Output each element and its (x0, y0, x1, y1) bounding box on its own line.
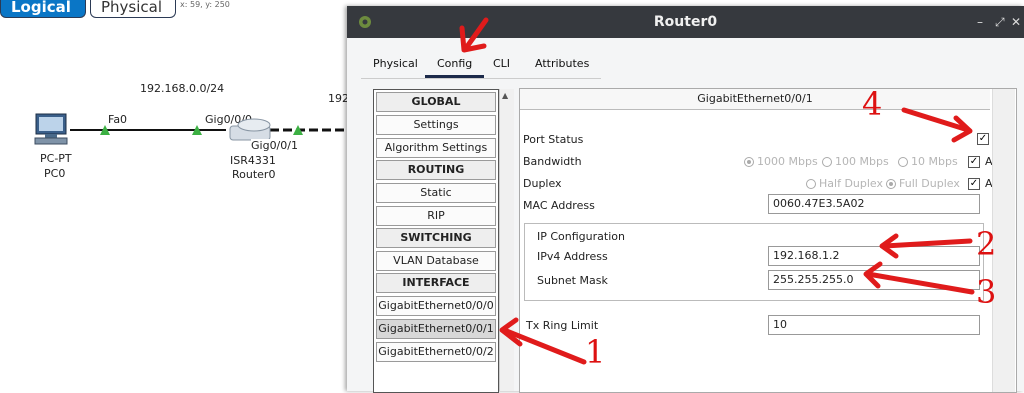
menu-scrollbar[interactable]: ▲ (499, 89, 514, 391)
tx-ring-limit-field[interactable]: 10 (768, 315, 980, 335)
menu-item-gig0-0-2[interactable]: GigabitEthernet0/0/2 (376, 342, 496, 362)
bandwidth-label: Bandwidth (523, 155, 582, 168)
ip-configuration-group: IP Configuration IPv4 Address 192.168.1.… (524, 223, 984, 301)
mac-address-label: MAC Address (523, 199, 595, 212)
ip-configuration-label: IP Configuration (537, 230, 625, 243)
pc-name-label: PC0 (44, 167, 66, 180)
router-port-b-label: Gig0/0/1 (251, 139, 298, 152)
mac-address-field[interactable]: 0060.47E3.5A02 (768, 194, 980, 214)
scroll-up-icon[interactable]: ▲ (502, 91, 508, 100)
menu-header-global: GLOBAL (376, 92, 496, 112)
router-config-window: Router0 – ⤢ ✕ Physical Config CLI Attrib… (347, 6, 1024, 393)
menu-item-static[interactable]: Static (376, 183, 496, 203)
logical-workspace[interactable]: 192.168.0.0/24 192. PC-PT PC0 Fa0 Gig0/0… (0, 20, 353, 391)
duplex-full-radio[interactable]: Full Duplex (886, 177, 960, 190)
duplex-label: Duplex (523, 177, 562, 190)
tx-ring-limit-label: Tx Ring Limit (526, 319, 599, 332)
menu-item-settings[interactable]: Settings (376, 115, 496, 135)
menu-item-rip[interactable]: RIP (376, 206, 496, 226)
window-titlebar[interactable]: Router0 – ⤢ ✕ (347, 6, 1024, 38)
annotation-number-2: 2 (976, 225, 997, 263)
port-status-label: Port Status (523, 133, 584, 146)
close-icon[interactable]: ✕ (1011, 15, 1021, 29)
annotation-number-4: 4 (862, 85, 883, 123)
duplex-half-radio[interactable]: Half Duplex (806, 177, 883, 190)
physical-view-tab[interactable]: Physical (90, 0, 176, 18)
cursor-coordinates: x: 59, y: 250 (180, 0, 230, 9)
logical-view-tab[interactable]: Logical (0, 0, 86, 18)
tab-divider (361, 78, 601, 79)
tab-physical[interactable]: Physical (361, 52, 430, 78)
bandwidth-10-radio[interactable]: 10 Mbps (898, 155, 958, 168)
pc-type-label: PC-PT (40, 152, 72, 165)
subnet-mask-field[interactable]: 255.255.255.0 (768, 270, 980, 290)
port-status-checkbox[interactable]: ✓ (977, 133, 989, 145)
pc-port-label: Fa0 (108, 113, 128, 126)
duplex-auto-checkbox[interactable]: ✓ (968, 178, 980, 190)
menu-item-gig0-0-0[interactable]: GigabitEthernet0/0/0 (376, 296, 496, 316)
menu-header-switching: SWITCHING (376, 228, 496, 248)
panel-header: GigabitEthernet0/0/1 (520, 89, 990, 110)
annotation-number-3: 3 (976, 273, 997, 311)
ipv4-address-field[interactable]: 192.168.1.2 (768, 246, 980, 266)
menu-header-interface: INTERFACE (376, 273, 496, 293)
bandwidth-auto-checkbox[interactable]: ✓ (968, 156, 980, 168)
subnet-mask-label: Subnet Mask (537, 274, 608, 287)
menu-item-algorithm-settings[interactable]: Algorithm Settings (376, 138, 496, 158)
network-label: 192.168.0.0/24 (140, 82, 225, 95)
bandwidth-1000-radio[interactable]: 1000 Mbps (744, 155, 818, 168)
tab-attributes[interactable]: Attributes (523, 52, 601, 78)
tab-config[interactable]: Config (425, 52, 485, 78)
minimize-icon[interactable]: – (977, 15, 983, 29)
view-mode-bar: Logical Physical x: 59, y: 250 (0, 0, 350, 20)
tab-cli[interactable]: CLI (481, 52, 522, 78)
router-name-label: Router0 (232, 168, 276, 181)
maximize-icon[interactable]: ⤢ (995, 15, 1005, 30)
config-menu: GLOBAL Settings Algorithm Settings ROUTI… (373, 89, 499, 393)
ipv4-address-label: IPv4 Address (537, 250, 608, 263)
window-title: Router0 (653, 14, 718, 30)
menu-item-vlan-database[interactable]: VLAN Database (376, 251, 496, 271)
menu-header-routing: ROUTING (376, 160, 496, 180)
bandwidth-100-radio[interactable]: 100 Mbps (822, 155, 889, 168)
annotation-number-1: 1 (585, 333, 606, 371)
router-type-label: ISR4331 (230, 154, 276, 167)
menu-item-gig0-0-1[interactable]: GigabitEthernet0/0/1 (376, 319, 496, 339)
